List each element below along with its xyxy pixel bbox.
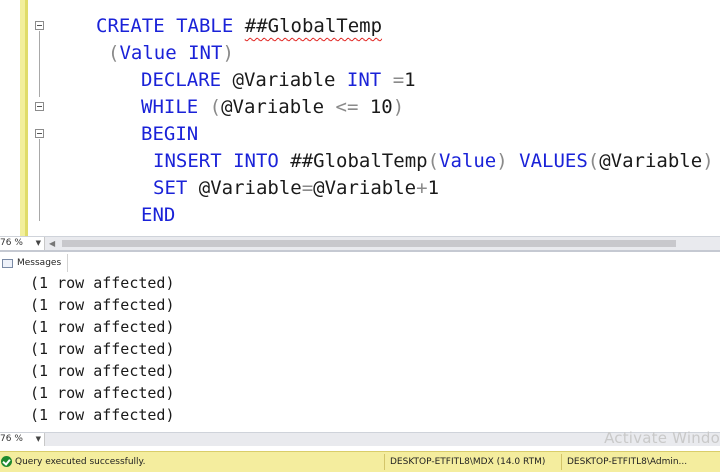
results-zoom-select[interactable]: 76 % ▼ <box>0 433 45 446</box>
messages-pane[interactable]: (1 row affected) (1 row affected) (1 row… <box>0 272 720 432</box>
message-row: (1 row affected) <box>30 340 175 358</box>
change-tracking-bar <box>25 0 28 236</box>
code-line[interactable]: INSERT INTO ##GlobalTemp(Value) VALUES(@… <box>153 148 714 175</box>
query-status-bar: Query executed successfully. DESKTOP-ETF… <box>0 451 720 472</box>
success-check-icon <box>1 456 12 467</box>
code-token: = <box>301 177 314 199</box>
code-token: ) <box>392 96 405 118</box>
code-token: ) <box>222 42 234 64</box>
tab-messages[interactable]: Messages <box>0 254 69 272</box>
status-server: DESKTOP-ETFITL8\MDX (14.0 RTM) <box>390 457 546 467</box>
code-token: ( <box>209 96 222 118</box>
code-token: ( <box>587 150 600 172</box>
status-message: Query executed successfully. <box>15 457 146 467</box>
messages-icon <box>2 258 13 268</box>
code-token: BEGIN <box>141 123 199 145</box>
fold-collapse-icon[interactable] <box>35 129 44 138</box>
code-token: @Variable <box>221 96 336 118</box>
code-token: END <box>141 204 176 226</box>
code-token: ( <box>427 150 440 172</box>
code-token: 1 <box>427 177 440 199</box>
code-token: @Variable <box>221 69 347 91</box>
code-line[interactable]: WHILE (@Variable <= 10) <box>141 94 404 121</box>
query-editor[interactable]: CREATE TABLE ##GlobalTemp (Value INT) DE… <box>0 0 720 236</box>
code-token: CREATE <box>96 15 165 37</box>
dropdown-caret-icon: ▼ <box>35 435 41 443</box>
editor-status-strip: 76 % ▼ ◀ <box>0 236 720 250</box>
code-token: ##GlobalTemp <box>244 15 383 37</box>
code-token: 1 <box>404 69 416 91</box>
fold-guide-line <box>39 139 40 221</box>
code-line[interactable]: DECLARE @Variable INT =1 <box>141 67 416 94</box>
code-token: = <box>392 69 405 91</box>
editor-zoom-value: 76 % <box>0 238 23 248</box>
code-token: Value <box>439 150 497 172</box>
code-token: INT <box>188 42 223 64</box>
message-row: (1 row affected) <box>30 296 175 314</box>
code-token: INTO <box>233 150 279 172</box>
code-token: SET <box>153 177 188 199</box>
code-token: TABLE <box>176 15 234 37</box>
code-token: INT <box>346 69 382 91</box>
tab-messages-label: Messages <box>17 258 62 268</box>
scroll-left-arrow-icon[interactable]: ◀ <box>49 237 55 250</box>
fold-guide-line <box>39 31 40 97</box>
message-row: (1 row affected) <box>30 362 175 380</box>
code-line[interactable]: (Value INT) <box>108 40 234 67</box>
code-line[interactable]: END <box>141 202 175 229</box>
results-tab-bar: Messages <box>0 250 720 272</box>
code-line[interactable]: SET @Variable=@Variable+1 <box>153 175 439 202</box>
message-row: (1 row affected) <box>30 406 175 424</box>
code-line[interactable]: CREATE TABLE ##GlobalTemp <box>96 13 382 40</box>
message-row: (1 row affected) <box>30 384 175 402</box>
code-token: ##GlobalTemp <box>278 150 428 172</box>
code-token: @Variable <box>187 177 302 199</box>
status-divider <box>384 454 385 470</box>
status-divider <box>561 454 562 470</box>
code-token: @Variable <box>599 150 703 172</box>
message-row: (1 row affected) <box>30 318 175 336</box>
code-token: DECLARE <box>141 69 222 91</box>
activate-windows-watermark: Activate Windo <box>604 429 720 447</box>
code-token: INSERT <box>153 150 222 172</box>
code-token: + <box>416 177 428 199</box>
message-row: (1 row affected) <box>30 274 175 292</box>
editor-zoom-select[interactable]: 76 % ▼ <box>0 237 45 250</box>
code-token: ) <box>496 150 508 172</box>
code-token: <= <box>335 96 359 118</box>
code-token: WHILE <box>141 96 199 118</box>
code-token: @Variable <box>313 177 417 199</box>
code-token: 10 <box>358 96 393 118</box>
status-user: DESKTOP-ETFITL8\Admin... <box>567 457 688 467</box>
code-token: VALUES <box>519 150 588 172</box>
code-line[interactable]: BEGIN <box>141 121 198 148</box>
dropdown-caret-icon: ▼ <box>35 239 41 247</box>
fold-collapse-icon[interactable] <box>35 21 44 30</box>
code-token: Value <box>119 42 177 64</box>
code-token: ( <box>108 42 120 64</box>
results-zoom-value: 76 % <box>0 434 23 444</box>
code-token: ) <box>702 150 714 172</box>
editor-horizontal-scrollbar[interactable] <box>62 240 676 247</box>
fold-collapse-icon[interactable] <box>35 102 44 111</box>
